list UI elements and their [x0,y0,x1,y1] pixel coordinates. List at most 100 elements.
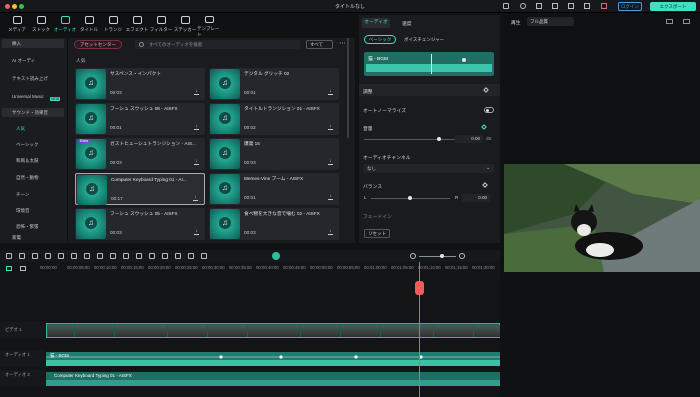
quality-select[interactable]: フル品質 [527,17,574,26]
volume-slider[interactable] [364,139,460,140]
zoom-slider-knob[interactable] [440,254,444,258]
sidebar-item-ai-audio[interactable]: AI オーディ [12,58,35,64]
download-icon[interactable]: ↓ [328,194,333,200]
sidebar-item-tts[interactable]: テキスト読み上げ [12,76,48,82]
toolbar-tab-0[interactable]: メディア [5,14,29,38]
download-icon[interactable]: ↓ [194,89,199,95]
download-icon[interactable]: ↓ [328,229,333,235]
adjust-header[interactable] [359,84,500,96]
snapshot-icon[interactable] [666,19,673,24]
sidebar-item-appliance[interactable]: 家電 [12,235,21,241]
auto-normalize-toggle[interactable] [484,107,494,113]
sidebar-item-universal[interactable]: Universal Music [12,94,44,99]
detach-icon[interactable] [175,253,181,259]
audio-card[interactable]: ♫ Computer Keyboard Typing 01 - AI... 00:1… [75,173,205,205]
more-icon[interactable] [201,253,207,259]
audio-clip-keyboard[interactable]: Computer Keyboard Typing 01 - AISFX [46,372,500,386]
channel-select[interactable]: なし [364,164,494,173]
cloud-icon[interactable] [503,3,509,9]
tab-audio[interactable]: オーディオ [362,18,390,28]
fullscreen-icon[interactable] [683,19,690,24]
record-icon[interactable] [162,253,168,259]
balance-slider-knob[interactable] [408,196,412,200]
add-track-icon[interactable] [6,266,12,271]
audio-card[interactable]: ♫ Memes-Vine ブーム - AISFX 00:01 ↓ [209,173,339,205]
export-button[interactable]: エクスポート [650,2,696,11]
download-icon[interactable]: ↓ [194,124,199,130]
audio-card[interactable]: ♫ フーシュ スウッシュ 05 - AISFX 00:03 ↓ [75,208,205,240]
reset-button[interactable]: リセット [364,229,390,238]
undo-icon[interactable] [19,253,25,259]
toolbar-tab-5[interactable]: エフェクト [125,14,149,38]
audio-card[interactable]: ♫ 爆発 16 00:03 ↓ [209,138,339,170]
redo-icon[interactable] [32,253,38,259]
download-icon[interactable]: ↓ [194,159,199,165]
mask-icon[interactable] [110,253,116,259]
toolbar-tab-3[interactable]: タイトル [77,14,101,38]
toolbar-tab-7[interactable]: ステッカー [173,14,197,38]
audio-card[interactable]: ♫ サスペンス・インパクト 00:03 ↓ [75,68,205,100]
sidebar-item-horror[interactable]: 恐怖・緊張 [16,224,39,230]
asset-center-button[interactable]: アセットセンター [74,40,122,49]
link-icon[interactable] [20,266,26,271]
bulb-icon[interactable] [520,3,526,9]
delete-icon[interactable] [45,253,51,259]
asset-scrollbar[interactable] [347,38,349,138]
audio-clip-bgm[interactable]: 猫 - BGM [46,352,500,366]
gift-icon[interactable] [601,3,607,9]
sidebar-item-ambient[interactable]: 環境音 [16,208,30,214]
playhead-handle[interactable] [415,281,424,295]
volume-slider-knob[interactable] [437,137,441,141]
filter-all-dropdown[interactable]: すべて [306,40,333,49]
video-clip[interactable] [46,323,500,338]
sidebar-item-chime[interactable]: チーン [16,192,29,198]
audio-card[interactable]: ♫ 食べ物を大きな音で噛む 02 - AISFX 00:03 ↓ [209,208,339,240]
toolbar-tab-1[interactable]: ストック [29,14,53,38]
toolbar-tab-6[interactable]: フィルター [149,14,173,38]
sidebar-item-sfx[interactable]: サウンド・効果音 [12,110,48,116]
search-input[interactable]: すべてのオーディオを検索 [135,40,300,49]
volume-value[interactable]: 0.00 [455,135,483,143]
color-icon[interactable] [123,253,129,259]
tab-speed[interactable]: 速度 [402,20,412,27]
split-icon[interactable] [58,253,64,259]
balance-value[interactable]: 0.00 [462,194,490,202]
split-audio-icon[interactable] [188,253,194,259]
sidebar-item-nature[interactable]: 自然・動物 [16,175,39,181]
login-button[interactable]: ログイン [618,2,642,11]
audio-card[interactable]: ♫ ガストヒューシュトランジション - AIS... 00:03 ↓ Extra [75,138,205,170]
zoom-slider[interactable] [419,256,456,257]
freeze-icon[interactable] [136,253,142,259]
more-menu-icon[interactable]: ⋯ [339,40,346,47]
ai-tool-icon[interactable] [272,252,280,260]
waveform-handle[interactable] [462,58,466,62]
sidebar-item-insert[interactable]: 挿入 [12,41,21,47]
toolbar-tab-8[interactable]: テンプレート [197,14,221,38]
zoom-out-icon[interactable] [410,253,416,259]
zoom-in-icon[interactable] [459,253,465,259]
download-icon[interactable]: ↓ [194,229,199,235]
audio-card[interactable]: ♫ デジタル グリッチ 02 00:01 ↓ [209,68,339,100]
download-icon[interactable]: ↓ [328,124,333,130]
toolbar-tab-2[interactable]: オーディオ [53,14,77,38]
grid-icon[interactable] [6,253,12,259]
upload-icon[interactable] [536,3,542,9]
sidebar-item-basic[interactable]: ベーシック [16,142,38,148]
layout-icon[interactable] [568,3,574,9]
text-icon[interactable] [71,253,77,259]
audio-card[interactable]: ♫ タイトルトランジション 01 - AISFX 00:02 ↓ [209,103,339,135]
speed-icon[interactable] [97,253,103,259]
subtab-basic[interactable]: ベーシック [364,35,396,44]
audio-card[interactable]: ♫ フーシュ スウッシュ 08 - AISFX 00:01 ↓ [75,103,205,135]
download-icon[interactable]: ↓ [193,195,198,201]
download-icon[interactable]: ↓ [328,89,333,95]
sidebar-item-popular[interactable]: 人気 [16,126,25,132]
mask-icon[interactable] [552,3,558,9]
headset-icon[interactable] [584,3,590,9]
toolbar-tab-4[interactable]: トランジ [101,14,125,38]
crop-icon[interactable] [84,253,90,259]
download-icon[interactable]: ↓ [328,159,333,165]
marker-icon[interactable] [149,253,155,259]
subtab-voice-changer[interactable]: ボイスチェンジャー [404,37,444,43]
sidebar-item-japanese[interactable]: 和風＆太鼓 [16,158,39,164]
